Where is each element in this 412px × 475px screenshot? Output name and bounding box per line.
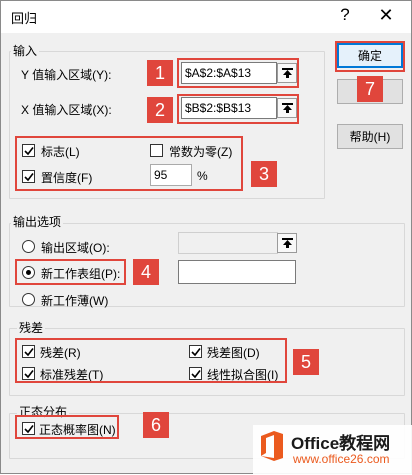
constant-zero-checkbox[interactable] [150, 144, 163, 157]
normal-probability-label: 正态概率图(N) [39, 423, 116, 437]
checkmark-icon [23, 369, 34, 378]
office-logo-icon [261, 431, 283, 461]
labels-checkbox[interactable] [22, 144, 35, 157]
confidence-level-input[interactable]: 95 [150, 164, 192, 186]
callout-badge-3: 3 [251, 161, 277, 187]
watermark-brand: Office教程网 [291, 434, 391, 453]
percent-unit: % [197, 169, 208, 183]
collapse-arrow-icon [281, 102, 293, 113]
residuals-label-text: 残差(R) [40, 346, 81, 360]
dialog-title: 回归 [11, 11, 38, 26]
y-range-label: Y 值输入区域(Y): [21, 68, 112, 82]
callout-badge-1: 1 [147, 60, 173, 86]
output-range-radio[interactable] [22, 240, 35, 253]
new-workbook-label: 新工作薄(W) [41, 294, 109, 308]
help-question-icon[interactable]: ? [335, 5, 355, 25]
residual-plots-checkbox[interactable] [189, 345, 202, 358]
callout-badge-2: 2 [147, 97, 173, 123]
line-fit-plots-checkbox[interactable] [189, 367, 202, 380]
watermark-url: www.office26.com [293, 452, 390, 466]
new-worksheet-radio[interactable] [22, 266, 35, 279]
collapse-dialog-button-output[interactable] [277, 233, 297, 253]
residual-plots-label: 残差图(D) [207, 346, 260, 360]
residuals-checkbox[interactable] [22, 345, 35, 358]
confidence-checkbox[interactable] [22, 170, 35, 183]
collapse-arrow-icon [281, 67, 293, 78]
collapse-arrow-icon [281, 237, 293, 248]
labels-checkbox-label: 标志(L) [41, 145, 80, 159]
callout-badge-7: 7 [357, 76, 383, 102]
checkmark-icon [23, 172, 34, 181]
x-range-label: X 值输入区域(X): [21, 103, 112, 117]
normal-probability-group-label: 正态分布 [17, 403, 70, 420]
standardized-residuals-label: 标准残差(T) [40, 368, 104, 382]
y-range-input[interactable]: $A$2:$A$13 [181, 62, 277, 84]
help-button[interactable]: 帮助(H) [337, 124, 403, 149]
residuals-label: 残差 [17, 319, 46, 336]
ok-button[interactable]: 确定 [337, 43, 403, 68]
new-worksheet-label: 新工作表组(P): [41, 267, 121, 281]
close-icon[interactable]: ✕ [375, 5, 397, 26]
normal-probability-checkbox[interactable] [22, 422, 35, 435]
line-fit-plots-label: 线性拟合图(I) [207, 368, 279, 382]
x-range-input[interactable]: $B$2:$B$13 [181, 97, 277, 119]
checkmark-icon [190, 347, 201, 356]
output-range-input[interactable] [178, 232, 278, 254]
residuals-group [9, 328, 405, 396]
regression-dialog: 回归 ? ✕ 输入 Y 值输入区域(Y): $A$2:$A$13 X 值输入区域… [0, 0, 412, 475]
collapse-dialog-button-x[interactable] [277, 98, 297, 118]
new-worksheet-name-input[interactable] [178, 260, 296, 284]
watermark: Office教程网 www.office26.com [253, 425, 412, 475]
callout-badge-6: 6 [143, 412, 169, 438]
checkmark-icon [23, 146, 34, 155]
constant-zero-label: 常数为零(Z) [169, 145, 233, 159]
new-workbook-radio[interactable] [22, 293, 35, 306]
callout-badge-5: 5 [293, 349, 319, 375]
standardized-residuals-checkbox[interactable] [22, 367, 35, 380]
checkmark-icon [23, 347, 34, 356]
checkmark-icon [23, 424, 34, 433]
input-group-label: 输入 [11, 42, 40, 59]
confidence-label: 置信度(F) [41, 171, 93, 185]
checkmark-icon [190, 369, 201, 378]
callout-badge-4: 4 [133, 259, 159, 285]
collapse-dialog-button-y[interactable] [277, 63, 297, 83]
output-range-label: 输出区域(O): [41, 241, 110, 255]
output-options-label: 输出选项 [11, 213, 64, 230]
